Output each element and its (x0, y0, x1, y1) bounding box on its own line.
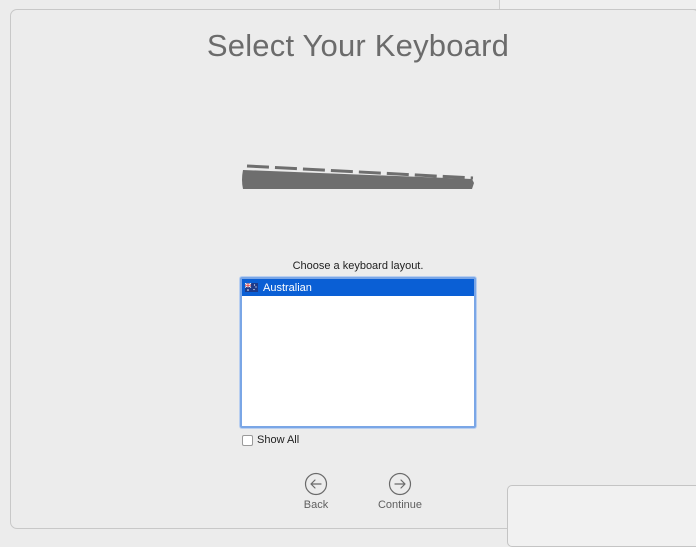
choose-layout-label: Choose a keyboard layout. (292, 260, 424, 272)
back-arrow-icon (304, 472, 328, 496)
continue-button[interactable]: Continue (368, 472, 432, 511)
show-all-checkbox[interactable] (242, 434, 253, 446)
list-item-label: Australian (263, 281, 312, 294)
australia-flag-icon (245, 283, 258, 292)
list-item-australian[interactable]: Australian (242, 279, 474, 296)
continue-arrow-icon (388, 472, 412, 496)
overlapping-window-panel (507, 485, 696, 547)
show-all-label: Show All (257, 434, 300, 446)
back-label: Back (303, 499, 329, 511)
keyboard-layout-list[interactable]: Australian (240, 277, 476, 428)
keyboard-illustration (242, 164, 474, 189)
show-all-option[interactable]: Show All (242, 434, 299, 446)
page-title: Select Your Keyboard (206, 28, 510, 63)
back-button[interactable]: Back (298, 472, 334, 511)
continue-label: Continue (377, 499, 423, 511)
